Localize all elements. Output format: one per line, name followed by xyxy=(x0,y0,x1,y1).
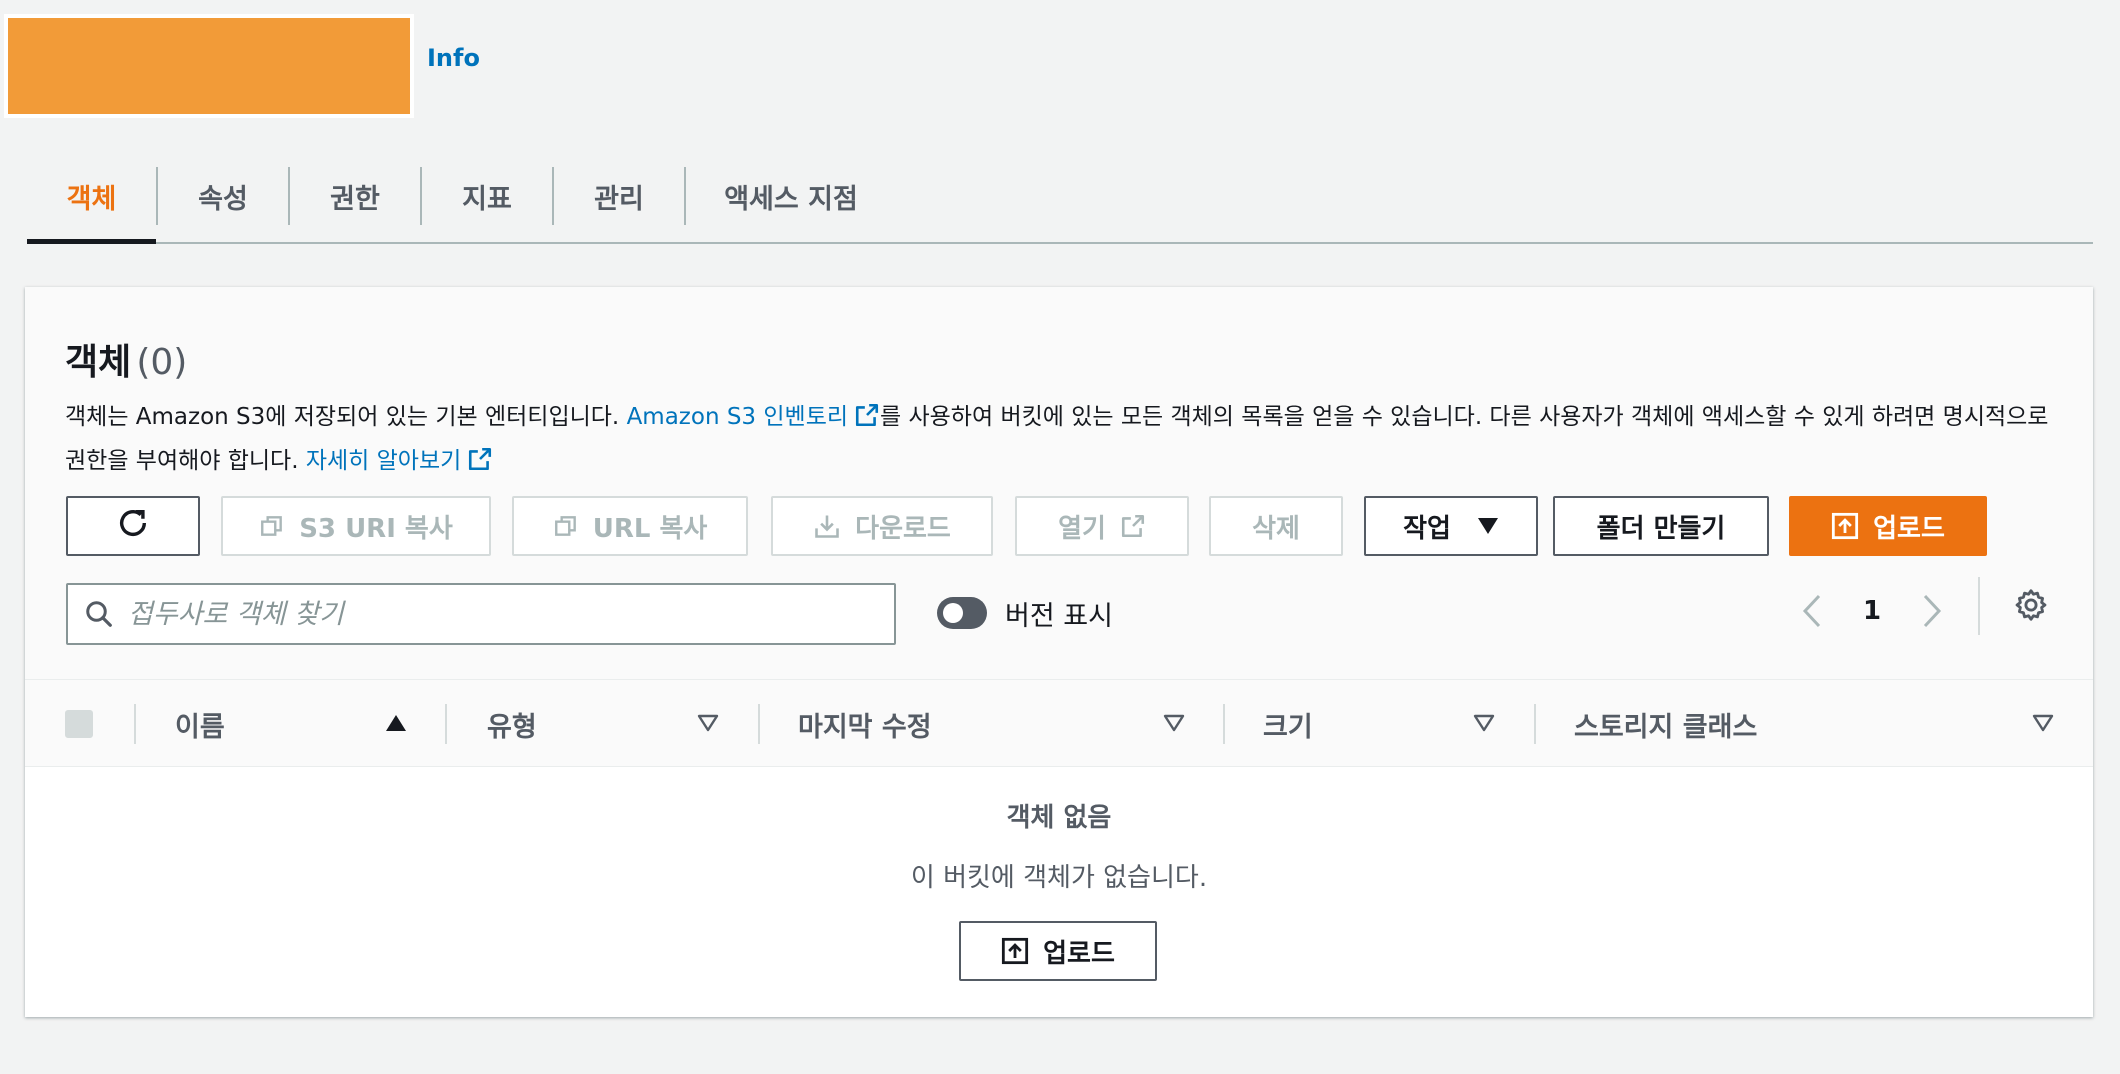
column-divider xyxy=(134,704,136,744)
sort-icon[interactable] xyxy=(2032,714,2054,736)
download-label: 다운로드 xyxy=(855,513,951,544)
inventory-link-label: Amazon S3 인벤토리 xyxy=(626,404,849,430)
tab-access-points[interactable]: 액세스 지점 xyxy=(686,150,896,242)
column-header-name[interactable]: 이름 xyxy=(175,680,225,768)
copy-url-button[interactable]: URL 복사 xyxy=(512,496,748,556)
gear-icon[interactable] xyxy=(2013,587,2049,627)
open-label: 열기 xyxy=(1058,513,1106,544)
tab-permissions[interactable]: 권한 xyxy=(290,150,420,242)
show-versions-toggle[interactable] xyxy=(937,597,987,629)
current-page[interactable]: 1 xyxy=(1863,596,1881,626)
copy-icon xyxy=(553,513,579,539)
actions-dropdown[interactable]: 작업 xyxy=(1364,496,1538,556)
tab-objects[interactable]: 객체 xyxy=(27,150,156,244)
refresh-button[interactable] xyxy=(66,496,200,556)
redacted-bucket-name xyxy=(4,14,414,118)
chevron-left-icon[interactable] xyxy=(1801,593,1823,629)
sort-icon[interactable] xyxy=(1473,714,1495,736)
column-divider xyxy=(445,704,447,744)
search-input[interactable] xyxy=(128,598,848,630)
column-header-size[interactable]: 크기 xyxy=(1263,680,1313,768)
description-text: 객체는 Amazon S3에 저장되어 있는 기본 엔터티입니다. xyxy=(65,404,627,430)
objects-panel: 객체 (0) 객체는 Amazon S3에 저장되어 있는 기본 엔터티입니다.… xyxy=(25,287,2093,1017)
empty-upload-label: 업로드 xyxy=(1043,938,1115,969)
refresh-icon xyxy=(116,506,150,547)
copy-url-label: URL 복사 xyxy=(592,513,708,544)
learn-more-link[interactable]: 자세히 알아보기 xyxy=(305,447,493,474)
show-versions-label: 버전 표시 xyxy=(1005,600,1113,632)
download-icon xyxy=(813,512,841,540)
info-link[interactable]: Info xyxy=(427,44,480,72)
learn-more-link-label: 자세히 알아보기 xyxy=(305,448,462,474)
chevron-right-icon[interactable] xyxy=(1921,593,1943,629)
column-header-type[interactable]: 유형 xyxy=(487,680,537,768)
panel-title: 객체 xyxy=(65,342,132,383)
caret-down-icon xyxy=(1477,517,1499,535)
delete-button[interactable]: 삭제 xyxy=(1209,496,1343,556)
panel-header: 객체 (0) xyxy=(65,333,187,385)
table-header: 이름 유형 마지막 수정 크기 스토리지 클래스 xyxy=(25,679,2093,767)
empty-state-description: 이 버킷에 객체가 없습니다. xyxy=(910,863,1208,893)
object-count: (0) xyxy=(136,342,188,383)
external-link-icon xyxy=(467,445,493,485)
tab-properties[interactable]: 속성 xyxy=(158,150,288,242)
copy-s3-uri-label: S3 URI 복사 xyxy=(299,513,453,544)
search-icon xyxy=(84,599,114,629)
tab-metrics[interactable]: 지표 xyxy=(422,150,552,242)
panel-description: 객체는 Amazon S3에 저장되어 있는 기본 엔터티입니다. Amazon… xyxy=(65,397,2055,485)
actions-label: 작업 xyxy=(1403,513,1451,544)
pagination: 1 xyxy=(1801,581,1943,641)
inventory-link[interactable]: Amazon S3 인벤토리 xyxy=(626,403,880,430)
delete-label: 삭제 xyxy=(1252,513,1300,544)
select-all-checkbox[interactable] xyxy=(65,710,93,738)
upload-icon xyxy=(1001,937,1029,965)
empty-state-title: 객체 없음 xyxy=(1006,803,1112,833)
copy-s3-uri-button[interactable]: S3 URI 복사 xyxy=(221,496,491,556)
pager-divider xyxy=(1978,577,1980,635)
open-button[interactable]: 열기 xyxy=(1015,496,1189,556)
tab-management[interactable]: 관리 xyxy=(554,150,684,242)
external-link-icon xyxy=(1120,513,1146,539)
column-divider xyxy=(1534,704,1536,744)
search-box xyxy=(66,583,896,645)
column-divider xyxy=(1223,704,1225,744)
upload-icon xyxy=(1831,512,1859,540)
column-divider xyxy=(758,704,760,744)
upload-label: 업로드 xyxy=(1873,513,1945,544)
external-link-icon xyxy=(854,401,880,441)
upload-button[interactable]: 업로드 xyxy=(1789,496,1987,556)
show-versions: 버전 표시 xyxy=(937,591,1113,635)
column-header-last-modified[interactable]: 마지막 수정 xyxy=(798,680,932,768)
sort-ascending-icon[interactable] xyxy=(385,714,407,736)
column-header-storage-class[interactable]: 스토리지 클래스 xyxy=(1574,680,1757,768)
create-folder-label: 폴더 만들기 xyxy=(1596,513,1726,544)
empty-upload-button[interactable]: 업로드 xyxy=(959,921,1157,981)
create-folder-button[interactable]: 폴더 만들기 xyxy=(1553,496,1769,556)
sort-icon[interactable] xyxy=(697,714,719,736)
download-button[interactable]: 다운로드 xyxy=(771,496,993,556)
sort-icon[interactable] xyxy=(1163,714,1185,736)
bucket-tabs: 객체 속성 권한 지표 관리 액세스 지점 xyxy=(27,150,2093,244)
copy-icon xyxy=(259,513,285,539)
